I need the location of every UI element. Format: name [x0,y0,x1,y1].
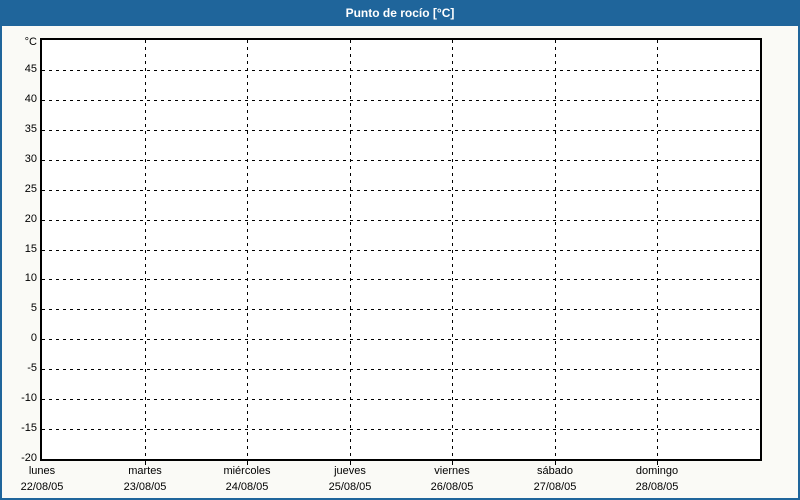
y-tick-label: 10 [24,272,37,284]
y-tick-label: 15 [24,243,37,255]
gridline-horizontal [42,160,760,161]
x-date-label: 28/08/05 [635,481,679,493]
gridline-vertical [452,40,453,459]
gridline-vertical [247,40,248,459]
gridline-horizontal [42,70,760,71]
x-date-label: 22/08/05 [20,481,64,493]
y-tick-label: 35 [24,123,37,135]
y-tick-label: 40 [24,93,37,105]
x-day-label: jueves [334,465,366,477]
y-tick-label: 20 [24,213,37,225]
x-day-label: domingo [635,465,679,477]
gridline-vertical [350,40,351,459]
x-day-label: sábado [536,465,574,477]
gridline-horizontal [42,100,760,101]
y-tick-label: 0 [30,332,37,344]
x-day-label: miércoles [223,465,271,477]
gridline-horizontal [42,399,760,400]
gridline-horizontal [42,190,760,191]
x-day-label: lunes [28,465,56,477]
y-tick-label: -5 [27,362,37,374]
gridline-horizontal [42,279,760,280]
gridline-horizontal [42,130,760,131]
gridline-vertical [657,40,658,459]
y-tick-label: -15 [21,422,37,434]
y-axis-unit-label: °C [24,36,37,48]
y-tick-label: 45 [24,63,37,75]
chart-panel: Punto de rocío [°C] °C 45 40 35 30 25 20 15 10 5… [0,0,800,500]
gridline-horizontal [42,309,760,310]
x-date-label: 25/08/05 [328,481,372,493]
x-day-label: martes [128,465,162,477]
gridline-horizontal [42,250,760,251]
chart-title-bar: Punto de rocío [°C] [0,0,800,26]
chart-title: Punto de rocío [°C] [345,6,455,20]
x-date-label: 24/08/05 [225,481,269,493]
y-tick-label: -10 [21,392,37,404]
x-date-label: 27/08/05 [533,481,577,493]
y-tick-label: -20 [21,452,37,464]
y-tick-label: 30 [24,153,37,165]
gridline-vertical [145,40,146,459]
y-tick-label: 25 [24,183,37,195]
x-date-label: 23/08/05 [123,481,167,493]
x-day-label: viernes [434,465,470,477]
gridline-horizontal [42,220,760,221]
gridline-horizontal [42,369,760,370]
gridline-vertical [555,40,556,459]
y-tick-label: 5 [30,302,37,314]
gridline-horizontal [42,429,760,430]
x-date-label: 26/08/05 [430,481,474,493]
gridline-horizontal [42,339,760,340]
